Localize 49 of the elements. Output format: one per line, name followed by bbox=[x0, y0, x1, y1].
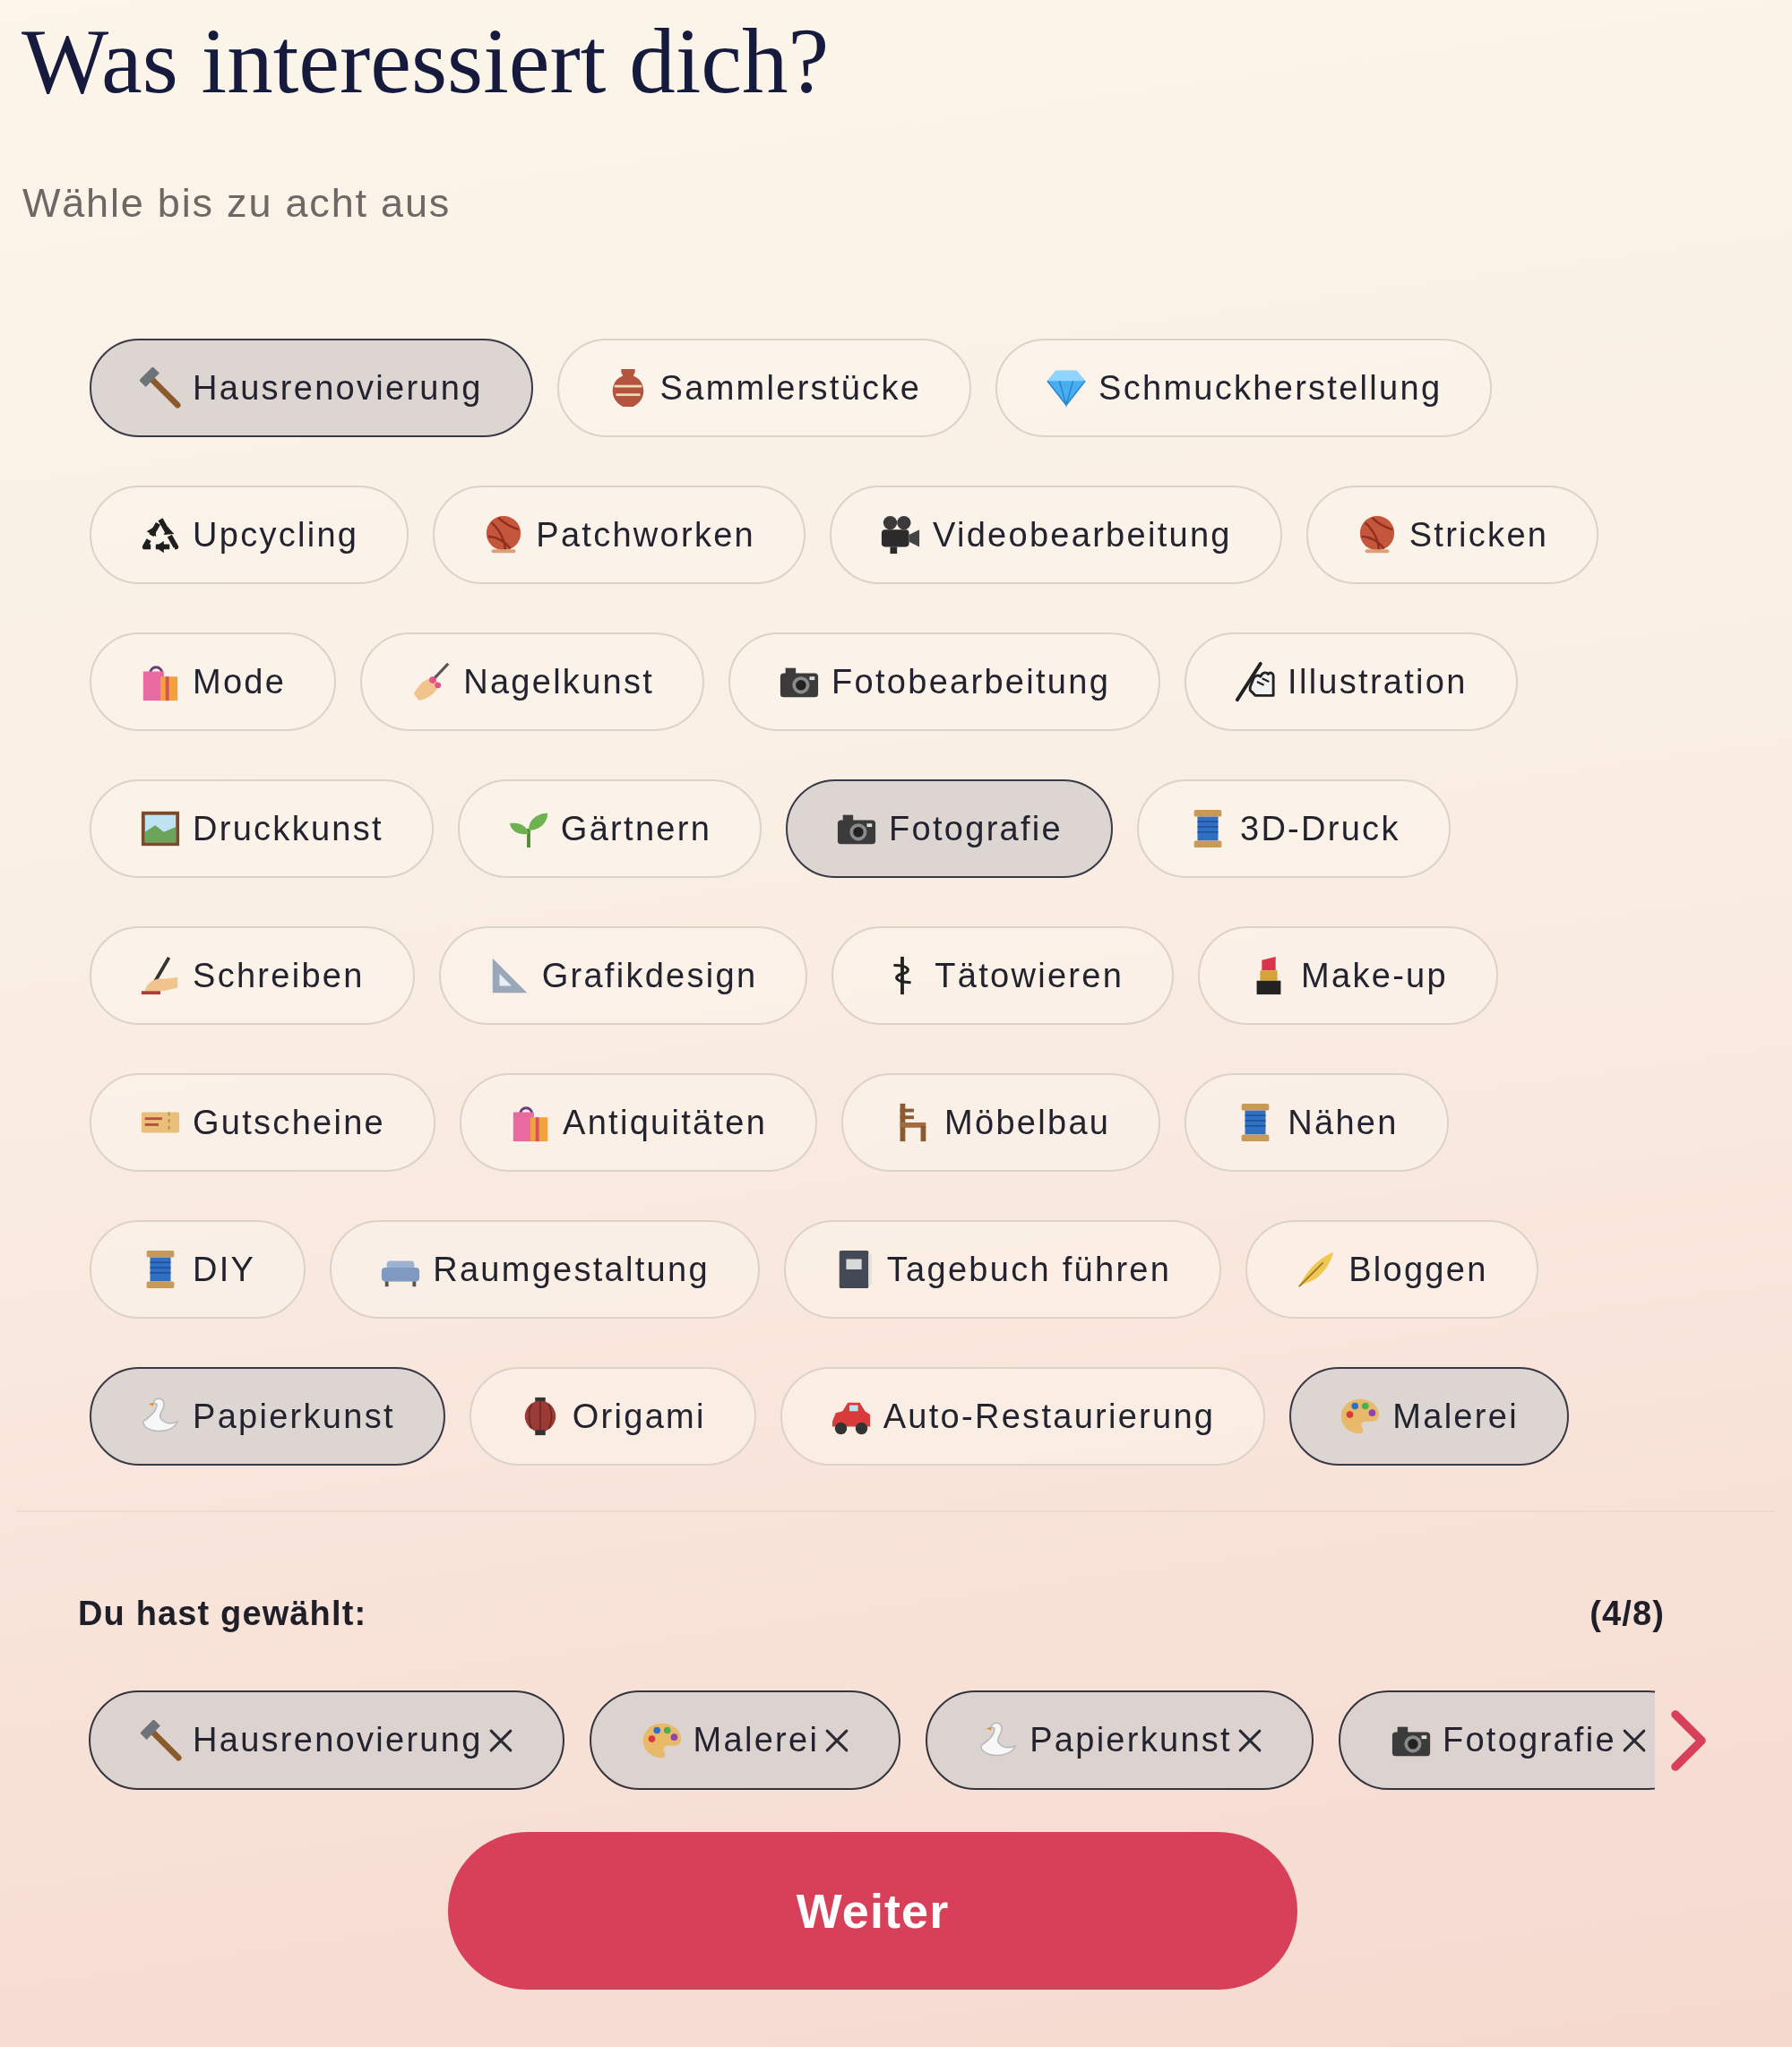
interest-chip[interactable]: Hausrenovierung bbox=[90, 339, 533, 437]
interest-chip[interactable]: Fotobearbeitung bbox=[728, 632, 1161, 731]
close-icon[interactable] bbox=[1237, 1728, 1262, 1752]
hammer-icon bbox=[140, 367, 181, 409]
selected-interest-chip[interactable]: Malerei bbox=[589, 1690, 901, 1790]
interest-chip[interactable]: Patchworken bbox=[433, 486, 806, 584]
interest-chip[interactable]: Illustration bbox=[1185, 632, 1518, 731]
interest-chip[interactable]: Stricken bbox=[1305, 486, 1599, 584]
interest-chip[interactable]: Tagebuch führen bbox=[783, 1220, 1222, 1319]
interest-chip[interactable]: Make-up bbox=[1198, 926, 1498, 1025]
interest-chip[interactable]: Schreiben bbox=[90, 926, 415, 1025]
interest-chip[interactable]: Schmuckherstellung bbox=[995, 339, 1493, 437]
selected-interest-chip[interactable]: Hausrenovierung bbox=[89, 1690, 564, 1790]
close-icon[interactable] bbox=[825, 1728, 849, 1752]
interest-chip[interactable]: Bloggen bbox=[1245, 1220, 1538, 1319]
interest-chip[interactable]: 3D-Druck bbox=[1136, 779, 1451, 878]
selected-interest-chip[interactable]: Papierkunst bbox=[926, 1690, 1314, 1790]
page-title: Was interessiert dich? bbox=[22, 15, 830, 108]
close-icon[interactable] bbox=[1622, 1728, 1646, 1752]
interest-chip[interactable]: Upcycling bbox=[90, 486, 409, 584]
selected-interest-chip[interactable]: Fotografie bbox=[1338, 1690, 1655, 1790]
interest-chip[interactable]: Druckkunst bbox=[90, 779, 434, 878]
interest-chip[interactable]: Gutscheine bbox=[90, 1073, 436, 1172]
interest-chip[interactable]: Grafikdesign bbox=[438, 926, 808, 1025]
interest-chip[interactable]: Tätowieren bbox=[831, 926, 1175, 1025]
interest-chip[interactable]: Möbelbau bbox=[841, 1073, 1161, 1172]
interest-chip[interactable]: Raumgestaltung bbox=[330, 1220, 760, 1319]
interest-chip[interactable]: Mode bbox=[90, 632, 337, 731]
interest-chip[interactable]: Auto-Restaurierung bbox=[780, 1367, 1266, 1466]
movie-camera-icon bbox=[880, 514, 921, 555]
interest-chip[interactable]: Videobearbeitung bbox=[830, 486, 1282, 584]
interest-chip[interactable]: Malerei bbox=[1289, 1367, 1569, 1466]
interest-chip[interactable]: Sammlerstücke bbox=[556, 339, 972, 437]
interest-chip[interactable]: Papierkunst bbox=[90, 1367, 445, 1466]
selection-count: (4/8) bbox=[1590, 1596, 1665, 1630]
chevron-right-icon[interactable] bbox=[1668, 1708, 1709, 1772]
interest-chip[interactable]: Antiquitäten bbox=[460, 1073, 818, 1172]
interest-chip[interactable]: Origami bbox=[469, 1367, 756, 1466]
close-icon[interactable] bbox=[488, 1728, 513, 1752]
hammer-icon bbox=[141, 1719, 182, 1761]
selection-label: Du hast gewählt: bbox=[78, 1596, 367, 1630]
interest-chip[interactable]: Nähen bbox=[1185, 1073, 1449, 1172]
interest-chip[interactable]: Gärtnern bbox=[457, 779, 762, 878]
writing-hand-icon bbox=[1235, 661, 1277, 702]
interest-chip[interactable]: DIY bbox=[90, 1220, 306, 1319]
continue-button[interactable]: Weiter bbox=[448, 1832, 1297, 1990]
interest-chip[interactable]: Nagelkunst bbox=[360, 632, 705, 731]
interest-chip[interactable]: Fotografie bbox=[786, 779, 1113, 878]
page-subtitle: Wähle bis zu acht aus bbox=[22, 183, 452, 223]
